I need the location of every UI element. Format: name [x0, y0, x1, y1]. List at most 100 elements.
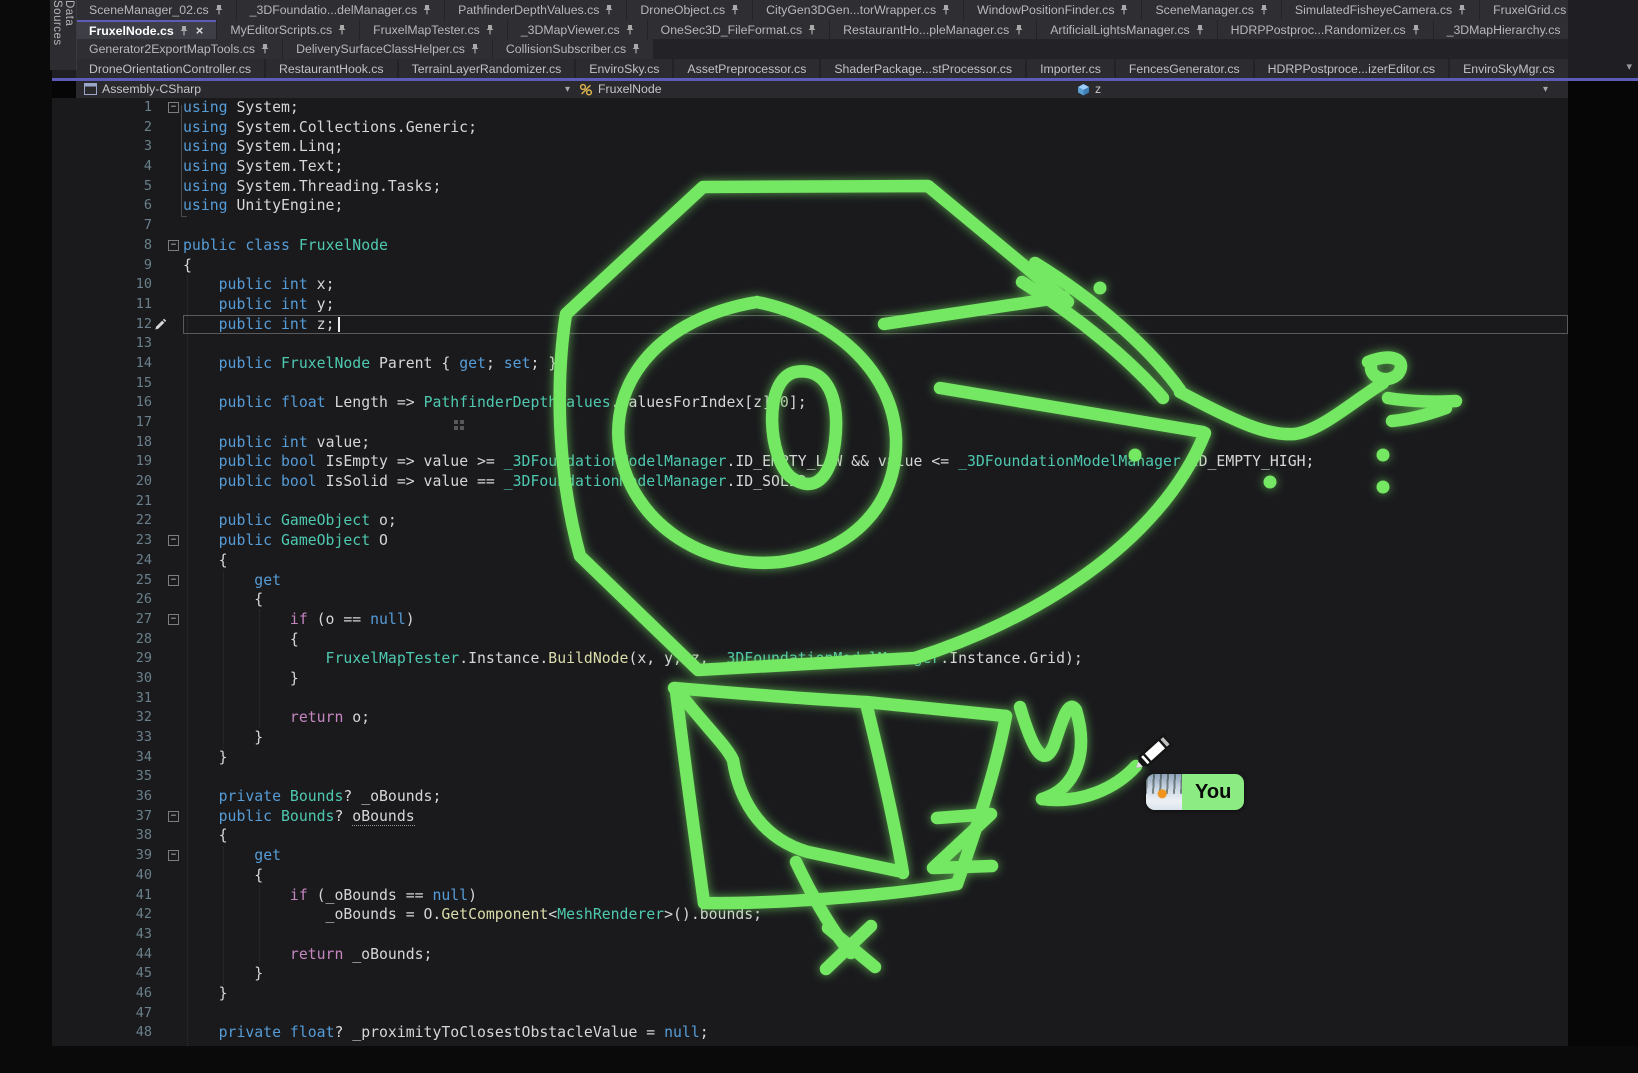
fold-marker[interactable]: − [168, 236, 183, 256]
code-line-21[interactable]: 21 [52, 492, 1568, 512]
tab--3dfoundatio-delmanager-cs[interactable]: _3DFoundatio...delManager.cs [237, 0, 444, 20]
pin-icon[interactable] [1458, 4, 1466, 15]
close-icon[interactable]: × [196, 23, 204, 38]
code-line-12[interactable]: 12 public int z; [52, 315, 1568, 335]
tab-collisionsubscriber-cs[interactable]: CollisionSubscriber.cs [493, 39, 653, 59]
breadcrumb-member[interactable]: z [1077, 81, 1101, 99]
code-line-30[interactable]: 30 } [52, 669, 1568, 689]
tab-restaurantho-plemanager-cs[interactable]: RestaurantHo...pleManager.cs [830, 20, 1036, 40]
fold-marker[interactable]: − [168, 98, 183, 118]
pin-icon[interactable] [808, 24, 816, 35]
tab-droneorientationcontroller-cs[interactable]: DroneOrientationController.cs [76, 59, 264, 79]
pin-icon[interactable] [1120, 4, 1128, 15]
fold-marker[interactable]: − [168, 807, 183, 827]
code-line-41[interactable]: 41 if (_oBounds == null) [52, 886, 1568, 906]
breadcrumb-type[interactable]: FruxelNode [579, 81, 662, 99]
tab-artificiallightsmanager-cs[interactable]: ArtificialLightsManager.cs [1037, 20, 1216, 40]
pin-icon[interactable] [1260, 4, 1268, 15]
code-line-3[interactable]: 3using System.Linq; [52, 137, 1568, 157]
code-line-16[interactable]: 16 public float Length => PathfinderDept… [52, 393, 1568, 413]
tab-scenemanager-02-cs[interactable]: SceneManager_02.cs [76, 0, 236, 20]
code-editor[interactable]: 1−using System;2using System.Collections… [52, 98, 1568, 1046]
code-line-10[interactable]: 10 public int x; [52, 275, 1568, 295]
fold-marker[interactable]: − [168, 610, 183, 630]
tab-citygen3dgen-torwrapper-cs[interactable]: CityGen3DGen...torWrapper.cs [753, 0, 963, 20]
pin-icon[interactable] [215, 4, 223, 15]
tab-generator2exportmaptools-cs[interactable]: Generator2ExportMapTools.cs [76, 39, 282, 59]
tab-hdrppostproc-randomizer-cs[interactable]: HDRPPostproc...Randomizer.cs [1218, 20, 1433, 40]
tab-assetpreprocessor-cs[interactable]: AssetPreprocessor.cs [674, 59, 819, 79]
tab-droneobject-cs[interactable]: DroneObject.cs [627, 0, 752, 20]
code-line-42[interactable]: 42 _oBounds = O.GetComponent<MeshRendere… [52, 905, 1568, 925]
pin-icon[interactable] [423, 4, 431, 15]
code-line-13[interactable]: 13 [52, 334, 1568, 354]
pin-icon[interactable] [180, 25, 188, 36]
code-line-27[interactable]: 27− if (o == null) [52, 610, 1568, 630]
data-sources-vertical-tab[interactable]: Data Sources [50, 0, 77, 70]
code-line-38[interactable]: 38 { [52, 826, 1568, 846]
tab-onesec3d-fileformat-cs[interactable]: OneSec3D_FileFormat.cs [648, 20, 829, 40]
code-line-23[interactable]: 23− public GameObject O [52, 531, 1568, 551]
tab-envirosky-cs[interactable]: EnviroSky.cs [576, 59, 672, 79]
pin-icon[interactable] [1567, 24, 1568, 35]
tab-myeditorscripts-cs[interactable]: MyEditorScripts.cs [217, 20, 359, 40]
code-line-2[interactable]: 2using System.Collections.Generic; [52, 118, 1568, 138]
breadcrumb-project[interactable]: Assembly-CSharp [84, 81, 201, 99]
pin-icon[interactable] [632, 43, 640, 54]
code-line-24[interactable]: 24 { [52, 551, 1568, 571]
code-line-35[interactable]: 35 [52, 767, 1568, 787]
chevron-down-icon[interactable]: ▾ [565, 81, 570, 99]
code-line-33[interactable]: 33 } [52, 728, 1568, 748]
code-line-25[interactable]: 25− get [52, 571, 1568, 591]
tab-simulatedfisheyecamera-cs[interactable]: SimulatedFisheyeCamera.cs [1282, 0, 1479, 20]
tab--3dmapviewer-cs[interactable]: _3DMapViewer.cs [508, 20, 647, 40]
code-line-36[interactable]: 36 private Bounds? _oBounds; [52, 787, 1568, 807]
code-line-11[interactable]: 11 public int y; [52, 295, 1568, 315]
pin-icon[interactable] [486, 24, 494, 35]
code-line-22[interactable]: 22 public GameObject o; [52, 511, 1568, 531]
pin-icon[interactable] [338, 24, 346, 35]
tab-fruxelnode-cs[interactable]: FruxelNode.cs× [76, 20, 216, 40]
pin-icon[interactable] [1196, 24, 1204, 35]
code-line-31[interactable]: 31 [52, 689, 1568, 709]
fold-marker[interactable]: − [168, 531, 183, 551]
code-line-39[interactable]: 39− get [52, 846, 1568, 866]
pin-icon[interactable] [261, 43, 269, 54]
code-line-6[interactable]: 6using UnityEngine; [52, 196, 1568, 216]
code-line-43[interactable]: 43 [52, 925, 1568, 945]
code-line-4[interactable]: 4using System.Text; [52, 157, 1568, 177]
code-line-40[interactable]: 40 { [52, 866, 1568, 886]
code-line-18[interactable]: 18 public int value; [52, 433, 1568, 453]
code-line-44[interactable]: 44 return _oBounds; [52, 945, 1568, 965]
tab-deliverysurfaceclasshelper-cs[interactable]: DeliverySurfaceClassHelper.cs [283, 39, 492, 59]
tab-terrainlayerrandomizer-cs[interactable]: TerrainLayerRandomizer.cs [399, 59, 575, 79]
fold-marker[interactable]: − [168, 571, 183, 591]
tab-fruxelgrid-cs[interactable]: FruxelGrid.cs [1480, 0, 1568, 20]
pin-icon[interactable] [605, 4, 613, 15]
tab-windowpositionfinder-cs[interactable]: WindowPositionFinder.cs [964, 0, 1141, 20]
code-line-9[interactable]: 9{ [52, 256, 1568, 276]
code-line-29[interactable]: 29 FruxelMapTester.Instance.BuildNode(x,… [52, 649, 1568, 669]
code-line-26[interactable]: 26 { [52, 590, 1568, 610]
code-line-34[interactable]: 34 } [52, 748, 1568, 768]
code-line-45[interactable]: 45 } [52, 964, 1568, 984]
tab-hdrppostproce-izereditor-cs[interactable]: HDRPPostproce...izerEditor.cs [1255, 59, 1448, 79]
pin-icon[interactable] [471, 43, 479, 54]
fold-marker[interactable]: − [168, 846, 183, 866]
code-line-15[interactable]: 15 [52, 374, 1568, 394]
code-line-19[interactable]: 19 public bool IsEmpty => value >= _3DFo… [52, 452, 1568, 472]
tab-fruxelmaptester-cs[interactable]: FruxelMapTester.cs [360, 20, 507, 40]
tab-enviroskymgr-cs[interactable]: EnviroSkyMgr.cs [1450, 59, 1568, 79]
tab-pathfinderdepthvalues-cs[interactable]: PathfinderDepthValues.cs [445, 0, 626, 20]
code-line-8[interactable]: 8−public class FruxelNode [52, 236, 1568, 256]
code-line-47[interactable]: 47 [52, 1004, 1568, 1024]
tab-importer-cs[interactable]: Importer.cs [1027, 59, 1114, 79]
pin-icon[interactable] [942, 4, 950, 15]
code-line-17[interactable]: 17 [52, 413, 1568, 433]
code-line-1[interactable]: 1−using System; [52, 98, 1568, 118]
pin-icon[interactable] [626, 24, 634, 35]
tab--3dmaphierarchy-cs[interactable]: _3DMapHierarchy.cs [1434, 20, 1568, 40]
tab-restauranthook-cs[interactable]: RestaurantHook.cs [266, 59, 397, 79]
pin-icon[interactable] [731, 4, 739, 15]
tab-shaderpackage-stprocessor-cs[interactable]: ShaderPackage...stProcessor.cs [821, 59, 1025, 79]
